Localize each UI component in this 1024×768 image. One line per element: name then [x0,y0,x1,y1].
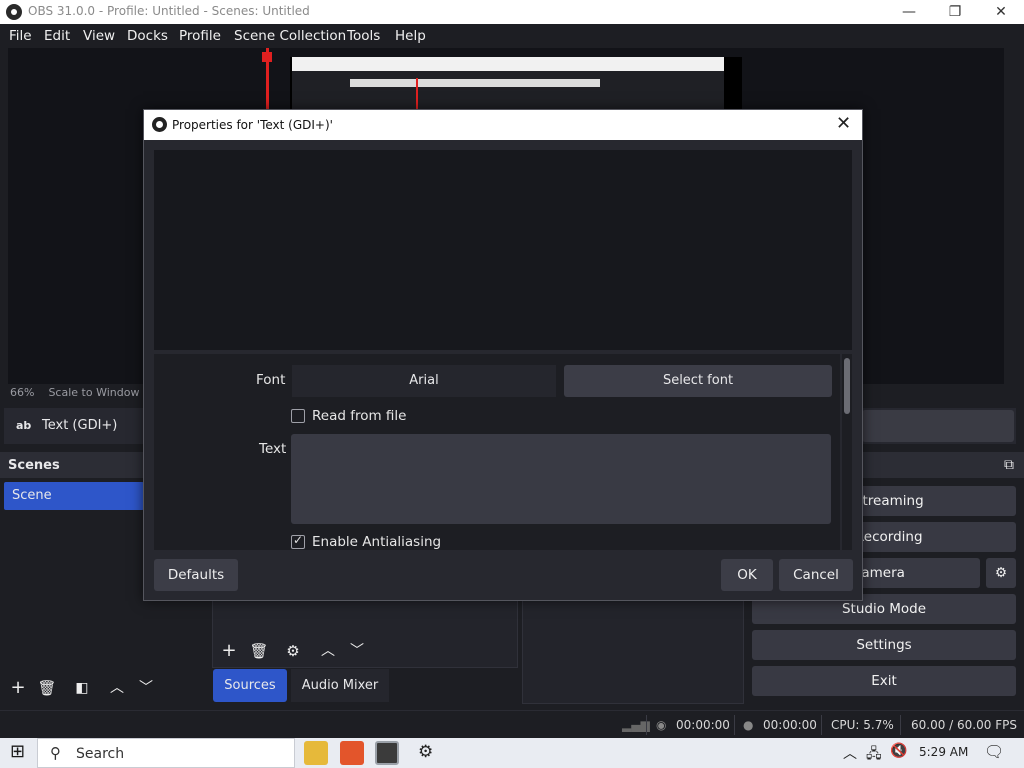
close-icon[interactable]: ✕ [836,113,851,134]
font-label: Font [256,372,286,388]
dialog-titlebar: Properties for 'Text (GDI+)' ✕ [144,110,862,140]
scenes-title: Scenes [8,458,60,473]
scale-mode: Scale to Window [48,386,140,399]
scene-item-label: Scene [12,488,52,503]
undock-icon[interactable]: ⧉ [1004,457,1014,473]
cancel-button[interactable]: Cancel [779,559,853,591]
remove-source-button[interactable]: 🗑 [247,640,271,664]
windows-start-icon[interactable]: ⊞ [10,741,25,762]
source-properties-button[interactable]: ⚙ [281,640,305,664]
menu-file[interactable]: File [9,28,32,44]
stream-icon: ◉ [656,718,667,732]
notifications-icon[interactable]: 🗨 [984,742,1004,761]
record-icon: ● [743,718,754,732]
read-from-file-checkbox[interactable] [291,409,305,423]
clock[interactable]: 5:29 AM [919,745,968,759]
source-move-up-button[interactable]: ︿ [316,640,340,664]
virtual-camera-settings-icon[interactable]: ⚙ [986,558,1016,588]
font-value: Arial [292,365,556,397]
zoom-level: 66% [10,386,35,399]
taskbar: ⊞ ⚲ Search ⚙ ︿ 🖧 🔇 5:29 AM 🗨 [0,738,1024,768]
obs-taskbar-icon[interactable] [375,741,399,765]
settings-button[interactable]: Settings [752,630,1016,660]
tab-sources[interactable]: Sources [213,669,287,702]
menu-scene-collection[interactable]: Scene Collection [234,28,346,44]
window-titlebar: OBS 31.0.0 - Profile: Untitled - Scenes:… [0,0,1024,24]
guide-handle[interactable] [262,52,272,62]
fps-readout: 60.00 / 60.00 FPS [911,718,1017,732]
stream-time: 00:00:00 [676,718,730,732]
guide-line-2 [416,78,418,110]
tray-chevron-icon[interactable]: ︿ [843,743,857,763]
cpu-usage: CPU: 5.7% [831,718,894,732]
obs-logo-icon [152,117,167,132]
selected-source-name: Text (GDI+) [42,418,118,433]
text-label: Text [259,441,287,457]
scene-item[interactable]: Scene [4,482,144,510]
firefox-icon[interactable] [340,741,364,765]
search-label: Search [76,746,125,762]
search-icon: ⚲ [50,744,61,762]
file-explorer-icon[interactable] [304,741,328,765]
menu-profile[interactable]: Profile [179,28,221,44]
canvas-titlebar [292,57,724,71]
transition-box[interactable] [862,410,1014,442]
preview-canvas[interactable] [290,57,742,117]
menu-bar: File Edit View Docks Profile Scene Colle… [0,24,1024,48]
tab-audio-mixer[interactable]: Audio Mixer [291,669,389,702]
taskbar-search[interactable]: ⚲ Search [37,738,295,768]
text-source-icon: ab [16,419,32,432]
minimize-button[interactable]: — [886,0,932,24]
scene-move-down-button[interactable]: ﹀ [134,677,158,701]
properties-scrollbar[interactable] [842,354,852,550]
remove-scene-button[interactable]: 🗑 [35,677,59,701]
scrollbar-thumb[interactable] [844,358,850,414]
menu-help[interactable]: Help [395,28,426,44]
canvas-dialog [350,79,600,87]
read-from-file-label[interactable]: Read from file [312,408,406,424]
properties-dialog: Properties for 'Text (GDI+)' ✕ Font Aria… [143,109,863,601]
add-scene-button[interactable]: + [6,677,30,701]
source-move-down-button[interactable]: ﹀ [345,640,369,664]
scene-move-up-button[interactable]: ︿ [105,677,129,701]
window-title: OBS 31.0.0 - Profile: Untitled - Scenes:… [28,4,310,18]
transitions-panel[interactable] [522,600,744,704]
menu-edit[interactable]: Edit [44,28,70,44]
text-input[interactable] [291,434,831,524]
volume-muted-icon[interactable]: 🔇 [890,743,907,759]
enable-antialiasing-checkbox[interactable] [291,533,305,549]
zoom-info: 66% Scale to Window [10,386,139,399]
menu-tools[interactable]: Tools [347,28,380,44]
record-time: 00:00:00 [763,718,817,732]
restore-button[interactable]: ❐ [932,0,978,24]
status-bar: ▂▄▆ ◉ 00:00:00 ● 00:00:00 CPU: 5.7% 60.0… [0,710,1024,738]
select-font-button[interactable]: Select font [564,365,832,397]
settings-taskbar-icon[interactable]: ⚙ [418,742,433,762]
menu-view[interactable]: View [83,28,115,44]
defaults-button[interactable]: Defaults [154,559,238,591]
obs-logo-icon [6,4,22,20]
network-icon[interactable]: 🖧 [866,743,882,767]
enable-antialiasing-label[interactable]: Enable Antialiasing [312,534,441,550]
close-window-button[interactable]: ✕ [978,0,1024,24]
menu-docks[interactable]: Docks [127,28,168,44]
exit-button[interactable]: Exit [752,666,1016,696]
dialog-title: Properties for 'Text (GDI+)' [172,118,333,132]
dialog-preview [154,150,852,350]
scene-filters-button[interactable]: ◧ [70,677,94,701]
add-source-button[interactable]: + [217,640,241,664]
ok-button[interactable]: OK [721,559,773,591]
